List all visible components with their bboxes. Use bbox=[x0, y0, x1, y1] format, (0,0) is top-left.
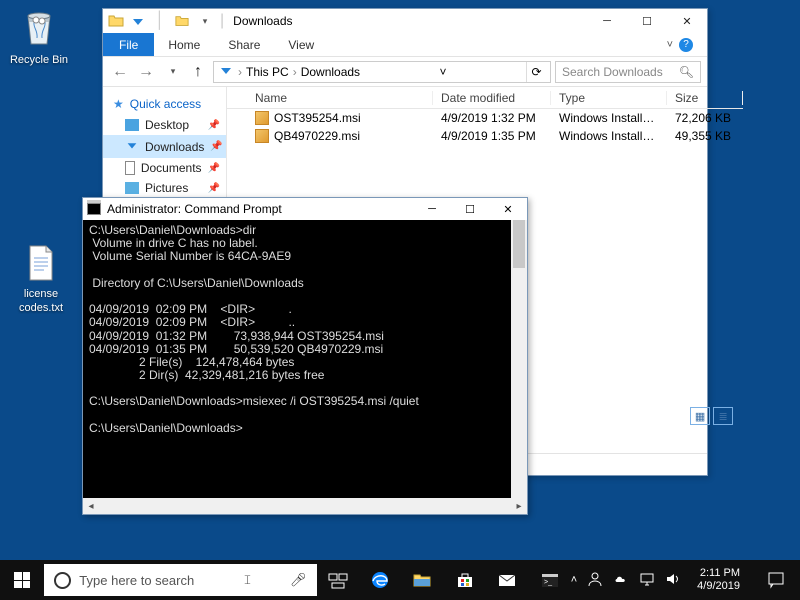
qat-menu[interactable] bbox=[195, 12, 213, 30]
navbar: ← → ↑ › This PC › Downloads ˅ ⟳ Search D… bbox=[103, 57, 707, 87]
cmd-window[interactable]: Administrator: Command Prompt ─ ☐ ✕ C:\U… bbox=[82, 197, 528, 515]
pictures-icon bbox=[125, 182, 139, 194]
refresh-button[interactable]: ⟳ bbox=[526, 62, 546, 82]
cmd-task-button[interactable]: >_ bbox=[528, 560, 570, 600]
cmd-maximize-button[interactable]: ☐ bbox=[451, 199, 489, 219]
ribbon-view[interactable]: View bbox=[274, 33, 328, 56]
address-icon bbox=[218, 62, 234, 81]
ribbon-share[interactable]: Share bbox=[214, 33, 274, 56]
sidebar-item-pictures[interactable]: Pictures📌 bbox=[103, 178, 226, 198]
file-row[interactable]: QB4970229.msi 4/9/2019 1:35 PM Windows I… bbox=[227, 127, 743, 145]
clock-date: 4/9/2019 bbox=[697, 580, 740, 593]
taskbar: Type here to search 𝙸 🎤︎ >_ ˄ 2:11 PM 4/… bbox=[0, 560, 800, 600]
scroll-right-icon[interactable]: ▸ bbox=[511, 498, 527, 514]
star-icon: ★ bbox=[113, 97, 124, 111]
search-placeholder: Search Downloads bbox=[562, 65, 663, 79]
close-button[interactable]: ✕ bbox=[667, 10, 707, 32]
pin-icon: 📌 bbox=[208, 163, 220, 174]
cmd-output: C:\Users\Daniel\Downloads>dir Volume in … bbox=[89, 223, 419, 435]
svg-text:>_: >_ bbox=[544, 579, 552, 586]
network-icon[interactable] bbox=[639, 571, 655, 590]
qat-sep: │ bbox=[151, 12, 169, 30]
store-button[interactable] bbox=[444, 560, 486, 600]
sidebar-item-desktop[interactable]: Desktop📌 bbox=[103, 115, 226, 135]
col-date[interactable]: Date modified bbox=[433, 91, 551, 105]
maximize-button[interactable]: ☐ bbox=[627, 10, 667, 32]
title-sep: | bbox=[217, 12, 227, 30]
forward-button[interactable]: → bbox=[135, 61, 157, 83]
cmd-title-text: Administrator: Command Prompt bbox=[107, 202, 282, 216]
ribbon: File Home Share View ˅ ? bbox=[103, 33, 707, 57]
cmd-scroll-thumb[interactable] bbox=[513, 220, 525, 268]
view-details-icon[interactable]: ≣ bbox=[713, 407, 733, 425]
clock[interactable]: 2:11 PM 4/9/2019 bbox=[689, 567, 748, 592]
cmd-hscroll[interactable]: ◂ ▸ bbox=[83, 498, 527, 514]
edge-button[interactable] bbox=[359, 560, 401, 600]
explorer-titlebar[interactable]: │ | Downloads ─ ☐ ✕ bbox=[103, 9, 707, 33]
text-cursor-icon: 𝙸 bbox=[243, 572, 252, 588]
help-icon[interactable]: ? bbox=[679, 38, 693, 52]
breadcrumb-root[interactable]: This PC bbox=[246, 65, 289, 79]
cmd-body[interactable]: C:\Users\Daniel\Downloads>dir Volume in … bbox=[83, 220, 527, 498]
recycle-bin-label: Recycle Bin bbox=[4, 54, 74, 68]
view-large-icon[interactable]: ▦ bbox=[690, 407, 710, 425]
documents-icon bbox=[125, 161, 135, 175]
pin-icon: 📌 bbox=[208, 183, 220, 194]
downloads-icon bbox=[125, 138, 139, 155]
volume-icon[interactable] bbox=[665, 571, 681, 590]
address-dropdown[interactable]: ˅ bbox=[433, 62, 453, 82]
people-icon[interactable] bbox=[587, 571, 603, 590]
sidebar-quick-access[interactable]: ★ Quick access bbox=[103, 93, 226, 115]
recent-button[interactable] bbox=[161, 61, 183, 83]
up-button[interactable]: ↑ bbox=[187, 61, 209, 83]
system-tray: ˄ 2:11 PM 4/9/2019 bbox=[571, 560, 800, 600]
minimize-button[interactable]: ─ bbox=[587, 10, 627, 32]
start-button[interactable] bbox=[0, 560, 44, 600]
desktop-icon bbox=[125, 119, 139, 131]
col-type[interactable]: Type bbox=[551, 91, 667, 105]
folder-icon bbox=[107, 12, 125, 30]
cmd-minimize-button[interactable]: ─ bbox=[413, 199, 451, 219]
search-icon: 🔍︎ bbox=[679, 65, 694, 79]
mic-icon[interactable]: 🎤︎ bbox=[260, 572, 307, 588]
pin-icon: 📌 bbox=[210, 141, 222, 152]
mail-button[interactable] bbox=[486, 560, 528, 600]
tray-overflow-icon[interactable]: ˄ bbox=[571, 574, 577, 586]
search-placeholder: Type here to search bbox=[79, 573, 194, 588]
down-arrow-icon[interactable] bbox=[129, 12, 147, 30]
ribbon-file[interactable]: File bbox=[103, 33, 154, 56]
ribbon-home[interactable]: Home bbox=[154, 33, 214, 56]
action-center-button[interactable] bbox=[756, 560, 796, 600]
clock-time: 2:11 PM bbox=[697, 567, 740, 580]
cmd-titlebar[interactable]: Administrator: Command Prompt ─ ☐ ✕ bbox=[83, 198, 527, 220]
file-row[interactable]: OST395254.msi 4/9/2019 1:32 PM Windows I… bbox=[227, 109, 743, 127]
column-headers[interactable]: Name Date modified Type Size bbox=[227, 87, 743, 109]
explorer-button[interactable] bbox=[401, 560, 443, 600]
onedrive-icon[interactable] bbox=[613, 571, 629, 590]
back-button[interactable]: ← bbox=[109, 61, 131, 83]
search-input[interactable]: Search Downloads 🔍︎ bbox=[555, 61, 701, 83]
recycle-bin-icon[interactable]: Recycle Bin bbox=[4, 8, 74, 68]
msi-icon bbox=[255, 129, 269, 143]
text-file-label: license codes.txt bbox=[6, 288, 76, 316]
col-name[interactable]: Name bbox=[247, 91, 433, 105]
window-title: Downloads bbox=[231, 14, 292, 28]
cmd-icon bbox=[87, 203, 101, 215]
col-size[interactable]: Size bbox=[667, 91, 743, 105]
address-bar[interactable]: › This PC › Downloads ˅ ⟳ bbox=[213, 61, 551, 83]
msi-icon bbox=[255, 111, 269, 125]
pin-icon: 📌 bbox=[208, 120, 220, 131]
task-view-button[interactable] bbox=[317, 560, 359, 600]
folder-small-icon bbox=[173, 12, 191, 30]
taskbar-search[interactable]: Type here to search 𝙸 🎤︎ bbox=[44, 564, 316, 596]
text-file-icon[interactable]: license codes.txt bbox=[6, 242, 76, 316]
sidebar-item-documents[interactable]: Documents📌 bbox=[103, 158, 226, 178]
breadcrumb-folder[interactable]: Downloads bbox=[301, 65, 360, 79]
cmd-close-button[interactable]: ✕ bbox=[489, 199, 527, 219]
sidebar-item-downloads[interactable]: Downloads📌 bbox=[103, 135, 226, 158]
cmd-vscroll[interactable] bbox=[511, 220, 527, 498]
cortana-icon bbox=[54, 572, 71, 589]
ribbon-expand-icon[interactable]: ˅ bbox=[667, 39, 673, 51]
scroll-left-icon[interactable]: ◂ bbox=[83, 498, 99, 514]
